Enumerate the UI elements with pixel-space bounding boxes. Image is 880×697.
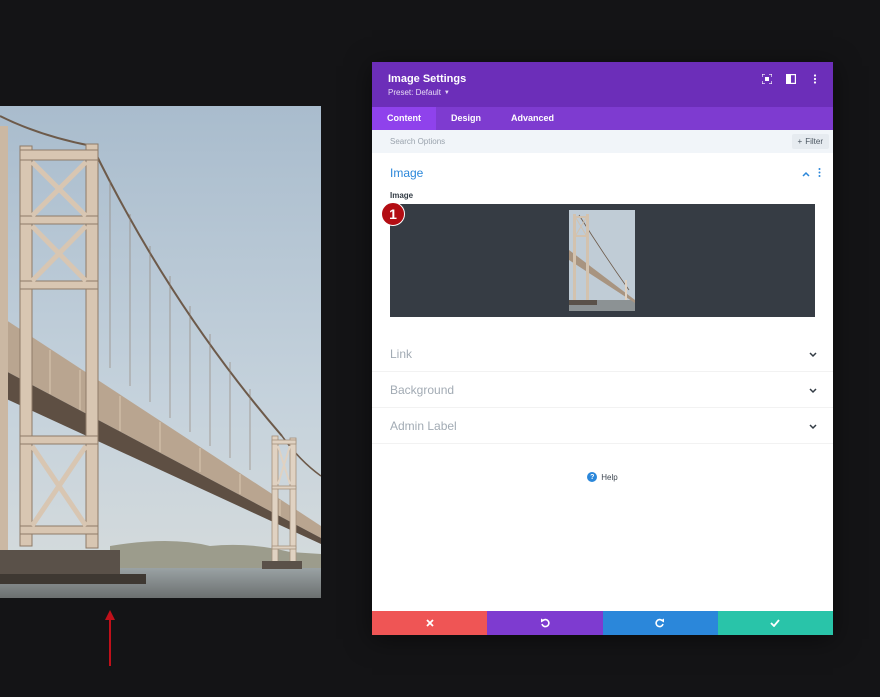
redo-icon xyxy=(655,618,665,628)
more-icon[interactable] xyxy=(809,73,821,85)
image-thumbnail xyxy=(569,210,635,311)
bridge-photo xyxy=(0,106,321,598)
chevron-down-icon xyxy=(809,381,817,399)
plus-icon: + xyxy=(797,137,803,146)
preset-label: Preset: Default xyxy=(388,88,441,97)
admin-label-section-title: Admin Label xyxy=(390,418,457,433)
tab-design[interactable]: Design xyxy=(436,107,496,130)
panel-footer xyxy=(372,611,833,635)
help-label: Help xyxy=(601,472,618,482)
chevron-up-icon[interactable] xyxy=(802,164,810,182)
tab-content[interactable]: Content xyxy=(372,107,436,130)
undo-button[interactable] xyxy=(487,611,603,635)
help-link[interactable]: ? Help xyxy=(372,472,833,482)
close-icon xyxy=(425,619,434,627)
image-section: Image Image xyxy=(372,157,833,317)
discard-button[interactable] xyxy=(372,611,488,635)
section-menu-icon[interactable] xyxy=(818,164,821,182)
sidebar-icon[interactable] xyxy=(785,73,797,85)
image-section-title: Image xyxy=(390,166,424,180)
admin-label-section[interactable]: Admin Label xyxy=(372,408,833,444)
undo-icon xyxy=(540,618,550,628)
tab-advanced[interactable]: Advanced xyxy=(496,107,569,130)
background-section-title: Background xyxy=(390,382,455,397)
expand-icon[interactable] xyxy=(761,73,773,85)
panel-title: Image Settings xyxy=(388,73,467,85)
image-section-header[interactable]: Image xyxy=(372,157,833,189)
chevron-down-icon xyxy=(809,417,817,435)
panel-header: Image Settings Preset: Default ▼ xyxy=(372,62,833,107)
link-section[interactable]: Link xyxy=(372,336,833,372)
step-number-badge: 1 xyxy=(381,202,405,226)
background-section[interactable]: Background xyxy=(372,372,833,408)
redo-button[interactable] xyxy=(602,611,718,635)
arrow-up-icon xyxy=(103,610,117,666)
caret-down-icon: ▼ xyxy=(443,89,450,96)
check-icon xyxy=(770,619,781,627)
image-field-label: Image xyxy=(390,191,414,200)
save-button[interactable] xyxy=(717,611,833,635)
filter-button[interactable]: + Filter xyxy=(791,134,829,149)
image-upload-area[interactable] xyxy=(390,204,815,317)
search-row: + Filter xyxy=(372,130,833,153)
settings-sections: Link Background Admin Label xyxy=(372,336,833,444)
help-icon: ? xyxy=(587,472,598,482)
filter-label: Filter xyxy=(805,137,823,146)
link-section-title: Link xyxy=(390,346,413,361)
settings-tabs: Content Design Advanced xyxy=(372,107,833,130)
chevron-down-icon xyxy=(809,345,817,363)
preset-selector[interactable]: Preset: Default ▼ xyxy=(388,88,817,97)
search-input[interactable] xyxy=(390,137,590,146)
image-settings-panel: Image Settings Preset: Default ▼ Content… xyxy=(372,62,833,635)
